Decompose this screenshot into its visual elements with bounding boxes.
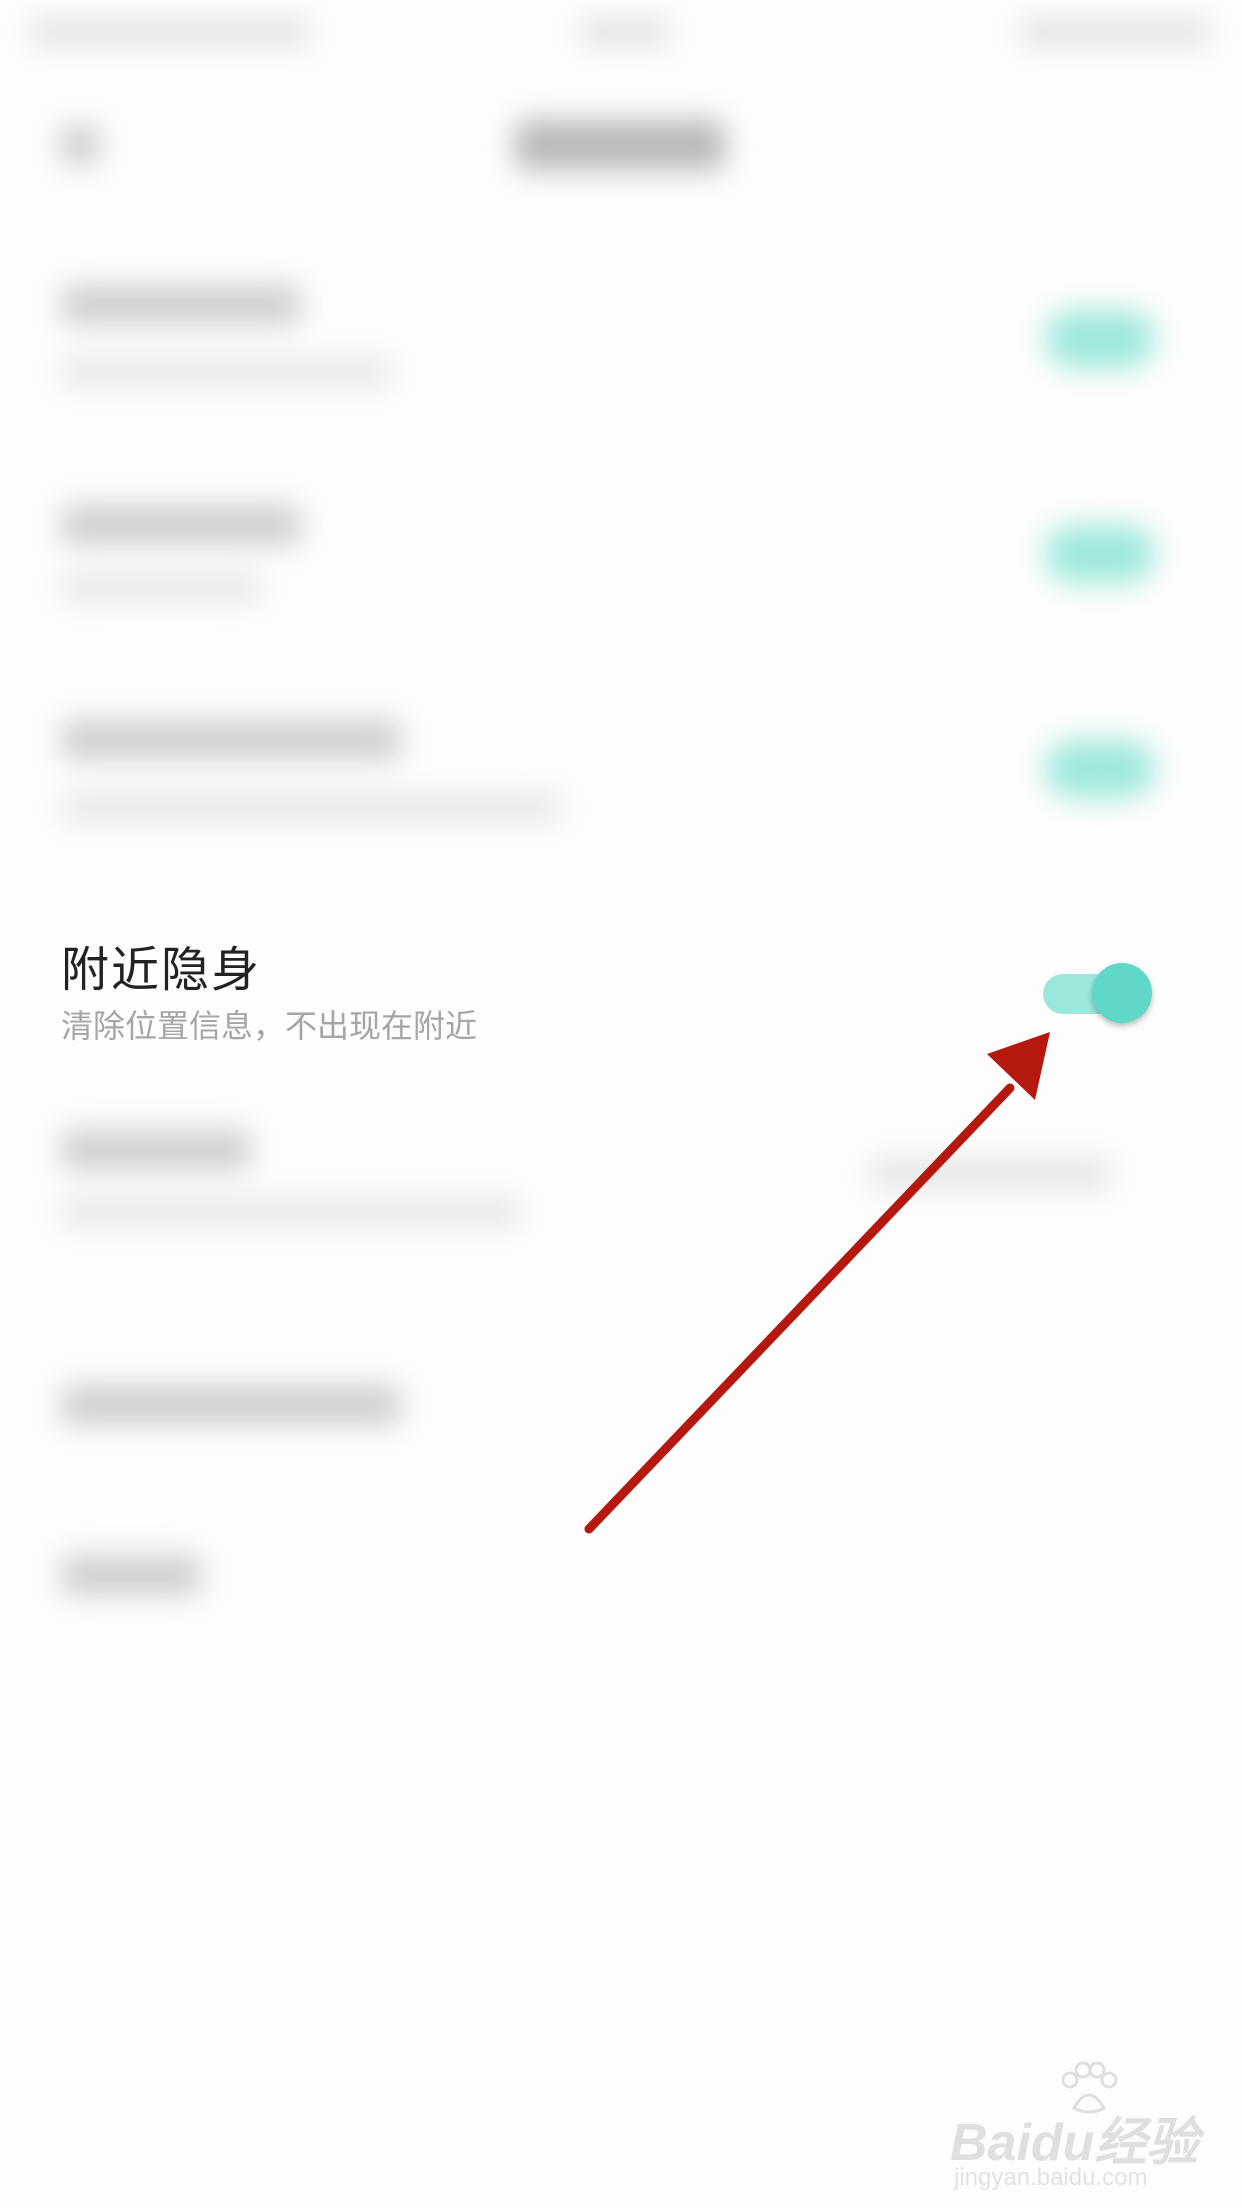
watermark-url: jingyan.baidu.com [954,2164,1148,2191]
nearby-invisible-toggle[interactable] [1043,963,1153,1023]
baidu-jingyan-watermark: Baidu经验 jingyan.baidu.com [950,2060,1198,2191]
setting-subtitle: 清除位置信息，不出现在附近 [61,1007,478,1045]
blurred-background [0,0,1242,2208]
nearby-invisible-setting-row[interactable]: 附近隐身 清除位置信息，不出现在附近 [0,900,1242,1080]
setting-title: 附近隐身 [61,942,262,998]
toggle-knob [1092,963,1152,1023]
